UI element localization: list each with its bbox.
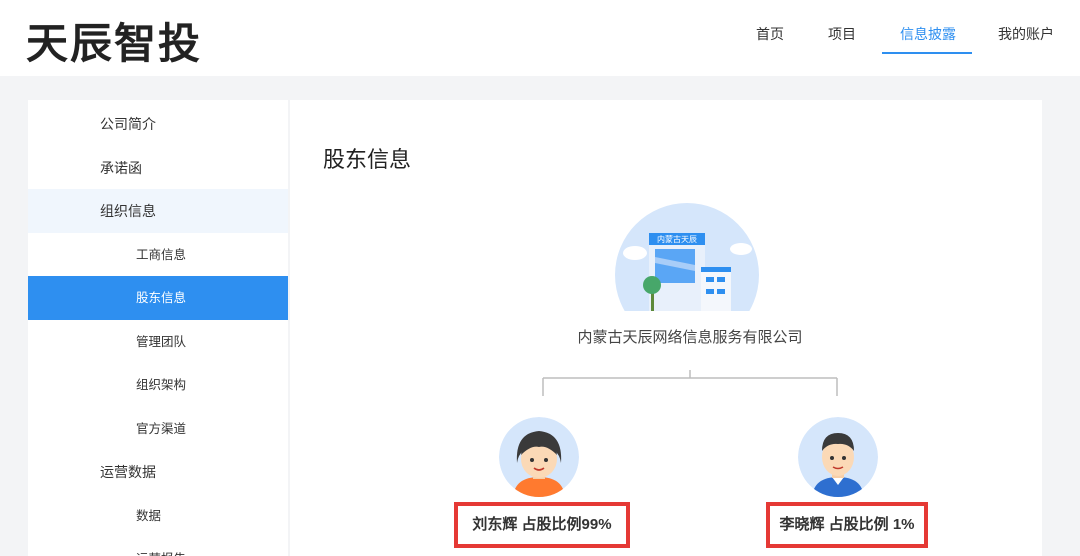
sidebar-item-operation-report[interactable]: 运营报告	[28, 537, 288, 556]
nav-disclosure[interactable]: 信息披露	[900, 24, 956, 44]
sidebar-item-management-team[interactable]: 管理团队	[28, 320, 288, 364]
sidebar-item-organization-info[interactable]: 组织信息	[28, 189, 288, 233]
shareholder-card-1: 刘东辉 占股比例99%	[454, 502, 630, 548]
site-logo[interactable]: 天辰智投	[26, 10, 202, 71]
page-title: 股东信息	[323, 147, 412, 172]
nav-my-account[interactable]: 我的账户	[998, 24, 1054, 44]
sidebar-item-official-channels[interactable]: 官方渠道	[28, 407, 288, 451]
sidebar-item-operation-data[interactable]: 运营数据	[28, 450, 288, 494]
main-content: 股东信息 内蒙古天辰 内蒙古天辰网络信息服务有限公司 刘东辉 占股比例99% 李…	[290, 100, 1042, 556]
male-avatar-icon	[798, 417, 878, 497]
top-header: 天辰智投 首页 项目 信息披露 我的账户	[0, 0, 1080, 76]
sidebar-item-business-info[interactable]: 工商信息	[28, 233, 288, 277]
sidebar: 公司简介 承诺函 组织信息 工商信息 股东信息 管理团队 组织架构 官方渠道 运…	[28, 100, 288, 556]
sidebar-item-data[interactable]: 数据	[28, 494, 288, 538]
shareholder-card-2: 李晓辉 占股比例 1%	[766, 502, 928, 548]
sidebar-item-company-intro[interactable]: 公司简介	[28, 102, 288, 146]
nav-active-underline	[882, 52, 972, 54]
company-name: 内蒙古天辰网络信息服务有限公司	[577, 329, 803, 346]
ownership-connector-lines	[542, 370, 838, 396]
sidebar-item-commitment-letter[interactable]: 承诺函	[28, 146, 288, 190]
company-sign-text: 内蒙古天辰	[657, 234, 697, 244]
female-avatar-icon	[499, 417, 579, 497]
sidebar-item-shareholder-info[interactable]: 股东信息	[28, 276, 288, 320]
nav-home[interactable]: 首页	[756, 24, 784, 44]
company-building-icon: 内蒙古天辰	[615, 203, 759, 311]
nav-projects[interactable]: 项目	[828, 24, 856, 44]
sidebar-item-org-structure[interactable]: 组织架构	[28, 363, 288, 407]
